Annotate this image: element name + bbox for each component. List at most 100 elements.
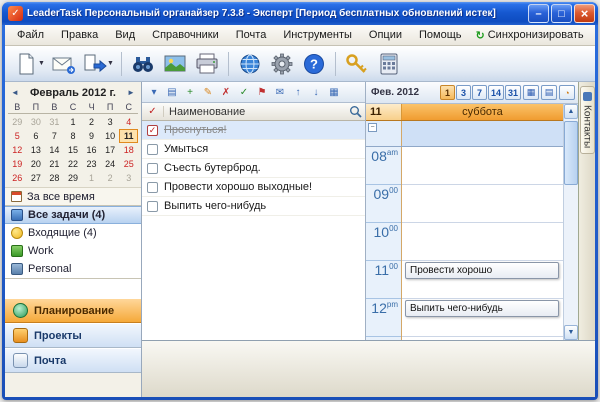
calendar-date[interactable]: 11 (119, 129, 138, 143)
calendar-date[interactable]: 2 (101, 171, 120, 185)
calendar-date[interactable]: 24 (101, 157, 120, 171)
print-icon[interactable] (192, 49, 222, 79)
move-down-icon[interactable]: ↓ (308, 85, 324, 100)
view-7-days-button[interactable]: 7 (472, 85, 487, 100)
calendar-date[interactable]: 4 (119, 115, 138, 129)
settings-gear-icon[interactable] (267, 49, 297, 79)
add-task-icon[interactable]: + (182, 85, 198, 100)
calendar-date[interactable]: 15 (64, 143, 83, 157)
task-checkbox[interactable] (147, 144, 158, 155)
task-checkbox[interactable] (147, 125, 158, 136)
calendar-prev-icon[interactable]: ◄ (8, 88, 22, 97)
calendar-date[interactable]: 7 (45, 129, 64, 143)
view-1-day-button[interactable]: 1 (440, 85, 455, 100)
scroll-down-icon[interactable]: ▼ (564, 325, 578, 340)
calendar-date[interactable]: 21 (45, 157, 64, 171)
menu-tools[interactable]: Инструменты (273, 26, 359, 44)
send-mail-icon[interactable] (48, 49, 78, 79)
minimize-button[interactable]: – (528, 4, 549, 23)
menu-sync[interactable]: ↻Синхронизировать (469, 26, 591, 45)
nav-planning[interactable]: Планирование (5, 298, 141, 323)
calendar-date[interactable]: 28 (45, 171, 64, 185)
calculator-icon[interactable] (374, 49, 404, 79)
calendar-date[interactable]: 9 (82, 129, 101, 143)
folder-personal[interactable]: Personal (5, 260, 141, 278)
collapse-icon[interactable]: − (368, 123, 377, 132)
calendar-date[interactable]: 12 (8, 143, 27, 157)
calendar-date[interactable]: 1 (82, 171, 101, 185)
folder-all-tasks[interactable]: Все задачи (4) (5, 206, 141, 224)
task-row-weekend[interactable]: Провести хорошо выходные! (142, 178, 365, 197)
task-row-sandwich[interactable]: Съесть бутерброд. (142, 159, 365, 178)
all-time-filter[interactable]: За все время (5, 187, 141, 206)
export-dropdown-icon[interactable]: ▼ (107, 60, 115, 67)
calendar-date[interactable]: 26 (8, 171, 27, 185)
license-key-icon[interactable] (342, 49, 372, 79)
calendar-grid-icon[interactable]: ▦ (523, 85, 539, 100)
calendar-date[interactable]: 16 (82, 143, 101, 157)
close-button[interactable]: × (574, 4, 595, 23)
calendar-date[interactable]: 27 (27, 171, 46, 185)
day-canvas[interactable]: Провести хорошоВыпить чего-нибудь (402, 147, 563, 340)
task-checkbox[interactable] (147, 182, 158, 193)
calendar-next-icon[interactable]: ► (124, 88, 138, 97)
day-scrollbar[interactable]: ▲ ▼ (563, 104, 578, 340)
calendar-date[interactable]: 29 (8, 115, 27, 129)
calendar-date[interactable]: 6 (27, 129, 46, 143)
menu-references[interactable]: Справочники (142, 26, 226, 44)
new-task-icon[interactable] (11, 49, 41, 79)
contacts-tab[interactable]: Контакты (580, 86, 595, 154)
group-icon[interactable]: ▤ (164, 85, 180, 100)
clock-icon[interactable]: ◔ (559, 85, 575, 100)
calendar-date[interactable]: 17 (101, 143, 120, 157)
menu-edit[interactable]: Правка (51, 26, 105, 44)
columns-icon[interactable]: ▦ (326, 85, 342, 100)
task-checkbox[interactable] (147, 163, 158, 174)
calendar-date[interactable]: 3 (119, 171, 138, 185)
filter-icon[interactable]: ▾ (146, 85, 162, 100)
menu-help[interactable]: Помощь (409, 26, 469, 44)
calendar-date[interactable]: 2 (82, 115, 101, 129)
view-3-days-button[interactable]: 3 (456, 85, 471, 100)
complete-task-icon[interactable]: ✓ (236, 85, 252, 100)
edit-task-icon[interactable]: ✎ (200, 85, 216, 100)
calendar-date[interactable]: 31 (45, 115, 64, 129)
calendar-date[interactable]: 22 (64, 157, 83, 171)
complete-column-icon[interactable]: ✓ (142, 106, 164, 117)
calendar-date[interactable]: 20 (27, 157, 46, 171)
view-31-days-button[interactable]: 31 (505, 85, 521, 100)
menu-file[interactable]: Файл (7, 26, 51, 44)
image-icon[interactable] (160, 49, 190, 79)
calendar-date[interactable]: 3 (101, 115, 120, 129)
nav-mail[interactable]: Почта (5, 348, 141, 373)
task-row-drink[interactable]: Выпить чего-нибудь (142, 197, 365, 216)
search-binoculars-icon[interactable] (128, 49, 158, 79)
title-bar[interactable]: ✓ LeaderTask Персональный органайзер 7.3… (2, 2, 598, 25)
scrollbar-track[interactable] (564, 119, 578, 325)
delete-task-icon[interactable]: ✗ (218, 85, 234, 100)
notes-panel[interactable] (142, 340, 595, 397)
maximize-button[interactable]: □ (551, 4, 572, 23)
day-column-header[interactable]: 11 суббота (366, 104, 563, 121)
menu-mail[interactable]: Почта (226, 26, 274, 44)
calendar-date[interactable]: 25 (119, 157, 138, 171)
menu-options[interactable]: Опции (359, 26, 409, 44)
all-day-area[interactable] (402, 121, 563, 146)
folder-inbox[interactable]: Входящие (4) (5, 224, 141, 242)
calendar-date[interactable]: 18 (119, 143, 138, 157)
task-row-wake-up[interactable]: Проснуться! (142, 121, 365, 140)
move-up-icon[interactable]: ↑ (290, 85, 306, 100)
search-icon[interactable] (345, 105, 365, 118)
calendar-date[interactable]: 10 (101, 129, 120, 143)
task-row-wash[interactable]: Умыться (142, 140, 365, 159)
calendar-date[interactable]: 23 (82, 157, 101, 171)
calendar-date[interactable]: 5 (8, 129, 27, 143)
event-drink[interactable]: Выпить чего-нибудь (405, 300, 559, 317)
scrollbar-thumb[interactable] (564, 121, 578, 185)
new-task-dropdown-icon[interactable]: ▼ (38, 60, 46, 67)
calendar-week-icon[interactable]: ▤ (541, 85, 557, 100)
all-day-row[interactable]: − (366, 121, 563, 147)
calendar-date[interactable]: 8 (64, 129, 83, 143)
nav-projects[interactable]: Проекты (5, 323, 141, 348)
export-icon[interactable] (80, 49, 110, 79)
